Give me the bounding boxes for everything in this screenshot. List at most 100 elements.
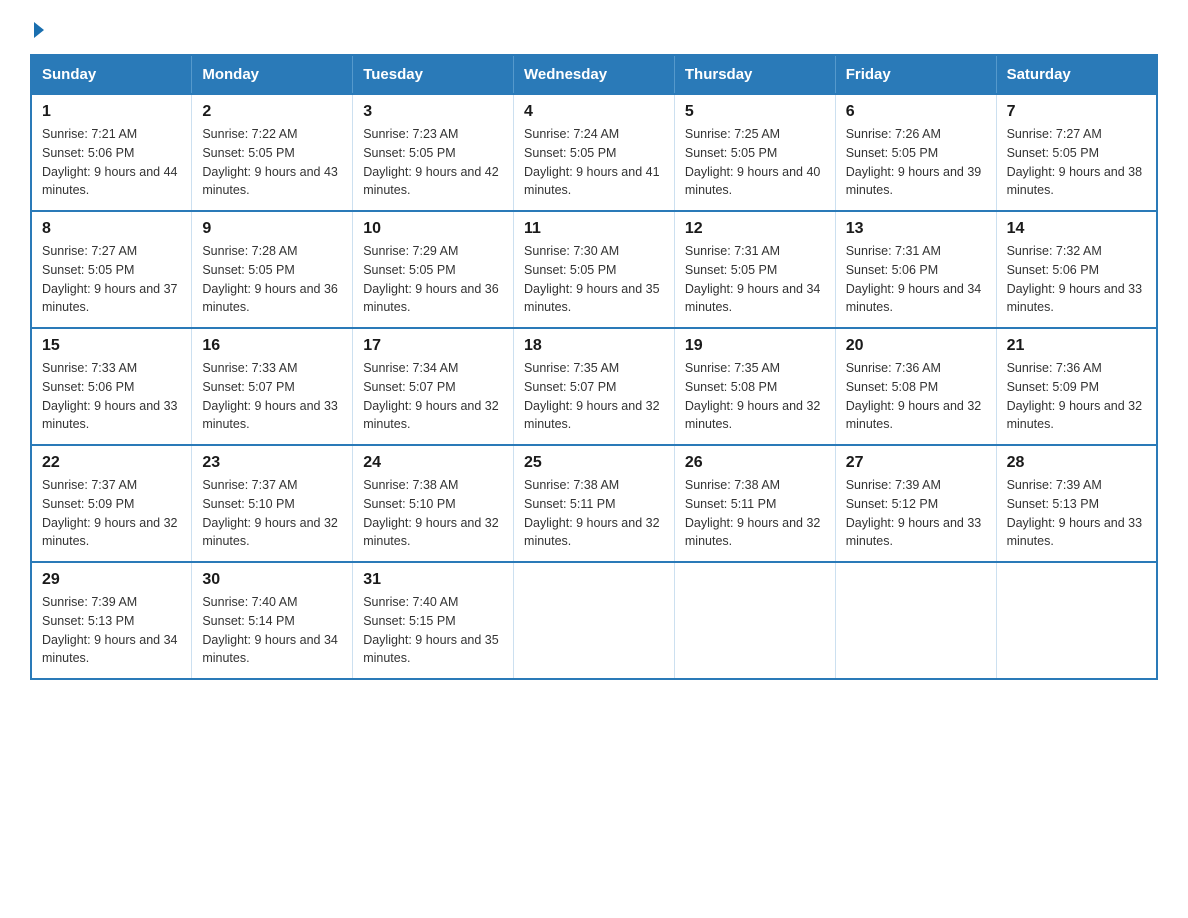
day-number: 27: [846, 454, 986, 472]
weekday-header-friday: Friday: [835, 55, 996, 94]
day-number: 25: [524, 454, 664, 472]
calendar-cell: 14 Sunrise: 7:32 AMSunset: 5:06 PMDaylig…: [996, 211, 1157, 328]
day-info: Sunrise: 7:35 AMSunset: 5:08 PMDaylight:…: [685, 359, 825, 434]
calendar-cell: 31 Sunrise: 7:40 AMSunset: 5:15 PMDaylig…: [353, 562, 514, 679]
day-info: Sunrise: 7:38 AMSunset: 5:11 PMDaylight:…: [524, 476, 664, 551]
calendar-cell: 23 Sunrise: 7:37 AMSunset: 5:10 PMDaylig…: [192, 445, 353, 562]
day-info: Sunrise: 7:35 AMSunset: 5:07 PMDaylight:…: [524, 359, 664, 434]
day-info: Sunrise: 7:40 AMSunset: 5:14 PMDaylight:…: [202, 593, 342, 668]
day-number: 11: [524, 220, 664, 238]
calendar-cell: 8 Sunrise: 7:27 AMSunset: 5:05 PMDayligh…: [31, 211, 192, 328]
calendar-cell: 28 Sunrise: 7:39 AMSunset: 5:13 PMDaylig…: [996, 445, 1157, 562]
weekday-header-sunday: Sunday: [31, 55, 192, 94]
calendar-cell: 12 Sunrise: 7:31 AMSunset: 5:05 PMDaylig…: [674, 211, 835, 328]
logo: [30, 20, 44, 38]
day-number: 4: [524, 103, 664, 121]
day-number: 24: [363, 454, 503, 472]
calendar-cell: 20 Sunrise: 7:36 AMSunset: 5:08 PMDaylig…: [835, 328, 996, 445]
day-number: 14: [1007, 220, 1146, 238]
day-info: Sunrise: 7:34 AMSunset: 5:07 PMDaylight:…: [363, 359, 503, 434]
day-number: 9: [202, 220, 342, 238]
calendar-week-row: 1 Sunrise: 7:21 AMSunset: 5:06 PMDayligh…: [31, 94, 1157, 211]
calendar-cell: 25 Sunrise: 7:38 AMSunset: 5:11 PMDaylig…: [514, 445, 675, 562]
calendar-cell: 10 Sunrise: 7:29 AMSunset: 5:05 PMDaylig…: [353, 211, 514, 328]
day-info: Sunrise: 7:37 AMSunset: 5:10 PMDaylight:…: [202, 476, 342, 551]
day-info: Sunrise: 7:39 AMSunset: 5:12 PMDaylight:…: [846, 476, 986, 551]
calendar-cell: 4 Sunrise: 7:24 AMSunset: 5:05 PMDayligh…: [514, 94, 675, 211]
day-info: Sunrise: 7:26 AMSunset: 5:05 PMDaylight:…: [846, 125, 986, 200]
day-number: 15: [42, 337, 181, 355]
calendar-cell: [514, 562, 675, 679]
day-info: Sunrise: 7:22 AMSunset: 5:05 PMDaylight:…: [202, 125, 342, 200]
day-number: 2: [202, 103, 342, 121]
day-number: 13: [846, 220, 986, 238]
day-info: Sunrise: 7:30 AMSunset: 5:05 PMDaylight:…: [524, 242, 664, 317]
calendar-week-row: 22 Sunrise: 7:37 AMSunset: 5:09 PMDaylig…: [31, 445, 1157, 562]
calendar-cell: 3 Sunrise: 7:23 AMSunset: 5:05 PMDayligh…: [353, 94, 514, 211]
calendar-week-row: 8 Sunrise: 7:27 AMSunset: 5:05 PMDayligh…: [31, 211, 1157, 328]
day-number: 8: [42, 220, 181, 238]
calendar-cell: 5 Sunrise: 7:25 AMSunset: 5:05 PMDayligh…: [674, 94, 835, 211]
day-info: Sunrise: 7:36 AMSunset: 5:08 PMDaylight:…: [846, 359, 986, 434]
day-info: Sunrise: 7:39 AMSunset: 5:13 PMDaylight:…: [42, 593, 181, 668]
calendar-cell: 24 Sunrise: 7:38 AMSunset: 5:10 PMDaylig…: [353, 445, 514, 562]
calendar-cell: [674, 562, 835, 679]
day-info: Sunrise: 7:38 AMSunset: 5:11 PMDaylight:…: [685, 476, 825, 551]
day-number: 26: [685, 454, 825, 472]
day-number: 30: [202, 571, 342, 589]
calendar-cell: 11 Sunrise: 7:30 AMSunset: 5:05 PMDaylig…: [514, 211, 675, 328]
day-number: 22: [42, 454, 181, 472]
day-info: Sunrise: 7:33 AMSunset: 5:07 PMDaylight:…: [202, 359, 342, 434]
day-info: Sunrise: 7:29 AMSunset: 5:05 PMDaylight:…: [363, 242, 503, 317]
weekday-header-wednesday: Wednesday: [514, 55, 675, 94]
day-number: 3: [363, 103, 503, 121]
calendar-cell: 18 Sunrise: 7:35 AMSunset: 5:07 PMDaylig…: [514, 328, 675, 445]
calendar-week-row: 29 Sunrise: 7:39 AMSunset: 5:13 PMDaylig…: [31, 562, 1157, 679]
weekday-header-monday: Monday: [192, 55, 353, 94]
day-number: 18: [524, 337, 664, 355]
day-info: Sunrise: 7:37 AMSunset: 5:09 PMDaylight:…: [42, 476, 181, 551]
calendar-cell: 1 Sunrise: 7:21 AMSunset: 5:06 PMDayligh…: [31, 94, 192, 211]
day-info: Sunrise: 7:31 AMSunset: 5:06 PMDaylight:…: [846, 242, 986, 317]
calendar-cell: 21 Sunrise: 7:36 AMSunset: 5:09 PMDaylig…: [996, 328, 1157, 445]
calendar-cell: 16 Sunrise: 7:33 AMSunset: 5:07 PMDaylig…: [192, 328, 353, 445]
calendar-cell: 19 Sunrise: 7:35 AMSunset: 5:08 PMDaylig…: [674, 328, 835, 445]
day-info: Sunrise: 7:25 AMSunset: 5:05 PMDaylight:…: [685, 125, 825, 200]
day-info: Sunrise: 7:38 AMSunset: 5:10 PMDaylight:…: [363, 476, 503, 551]
day-number: 21: [1007, 337, 1146, 355]
logo-blue-text: [30, 20, 44, 38]
day-number: 16: [202, 337, 342, 355]
calendar-cell: 6 Sunrise: 7:26 AMSunset: 5:05 PMDayligh…: [835, 94, 996, 211]
calendar-cell: 26 Sunrise: 7:38 AMSunset: 5:11 PMDaylig…: [674, 445, 835, 562]
weekday-header-thursday: Thursday: [674, 55, 835, 94]
day-info: Sunrise: 7:40 AMSunset: 5:15 PMDaylight:…: [363, 593, 503, 668]
calendar-week-row: 15 Sunrise: 7:33 AMSunset: 5:06 PMDaylig…: [31, 328, 1157, 445]
calendar-cell: [835, 562, 996, 679]
calendar-header-row: SundayMondayTuesdayWednesdayThursdayFrid…: [31, 55, 1157, 94]
day-number: 28: [1007, 454, 1146, 472]
day-number: 1: [42, 103, 181, 121]
day-number: 10: [363, 220, 503, 238]
day-info: Sunrise: 7:32 AMSunset: 5:06 PMDaylight:…: [1007, 242, 1146, 317]
calendar-table: SundayMondayTuesdayWednesdayThursdayFrid…: [30, 54, 1158, 680]
day-info: Sunrise: 7:21 AMSunset: 5:06 PMDaylight:…: [42, 125, 181, 200]
day-number: 5: [685, 103, 825, 121]
calendar-cell: [996, 562, 1157, 679]
day-number: 6: [846, 103, 986, 121]
day-info: Sunrise: 7:31 AMSunset: 5:05 PMDaylight:…: [685, 242, 825, 317]
calendar-cell: 29 Sunrise: 7:39 AMSunset: 5:13 PMDaylig…: [31, 562, 192, 679]
calendar-cell: 13 Sunrise: 7:31 AMSunset: 5:06 PMDaylig…: [835, 211, 996, 328]
day-info: Sunrise: 7:39 AMSunset: 5:13 PMDaylight:…: [1007, 476, 1146, 551]
day-number: 23: [202, 454, 342, 472]
day-number: 19: [685, 337, 825, 355]
weekday-header-saturday: Saturday: [996, 55, 1157, 94]
day-info: Sunrise: 7:23 AMSunset: 5:05 PMDaylight:…: [363, 125, 503, 200]
calendar-cell: 15 Sunrise: 7:33 AMSunset: 5:06 PMDaylig…: [31, 328, 192, 445]
calendar-cell: 2 Sunrise: 7:22 AMSunset: 5:05 PMDayligh…: [192, 94, 353, 211]
day-number: 31: [363, 571, 503, 589]
calendar-cell: 17 Sunrise: 7:34 AMSunset: 5:07 PMDaylig…: [353, 328, 514, 445]
calendar-cell: 22 Sunrise: 7:37 AMSunset: 5:09 PMDaylig…: [31, 445, 192, 562]
day-number: 20: [846, 337, 986, 355]
calendar-cell: 27 Sunrise: 7:39 AMSunset: 5:12 PMDaylig…: [835, 445, 996, 562]
calendar-cell: 9 Sunrise: 7:28 AMSunset: 5:05 PMDayligh…: [192, 211, 353, 328]
